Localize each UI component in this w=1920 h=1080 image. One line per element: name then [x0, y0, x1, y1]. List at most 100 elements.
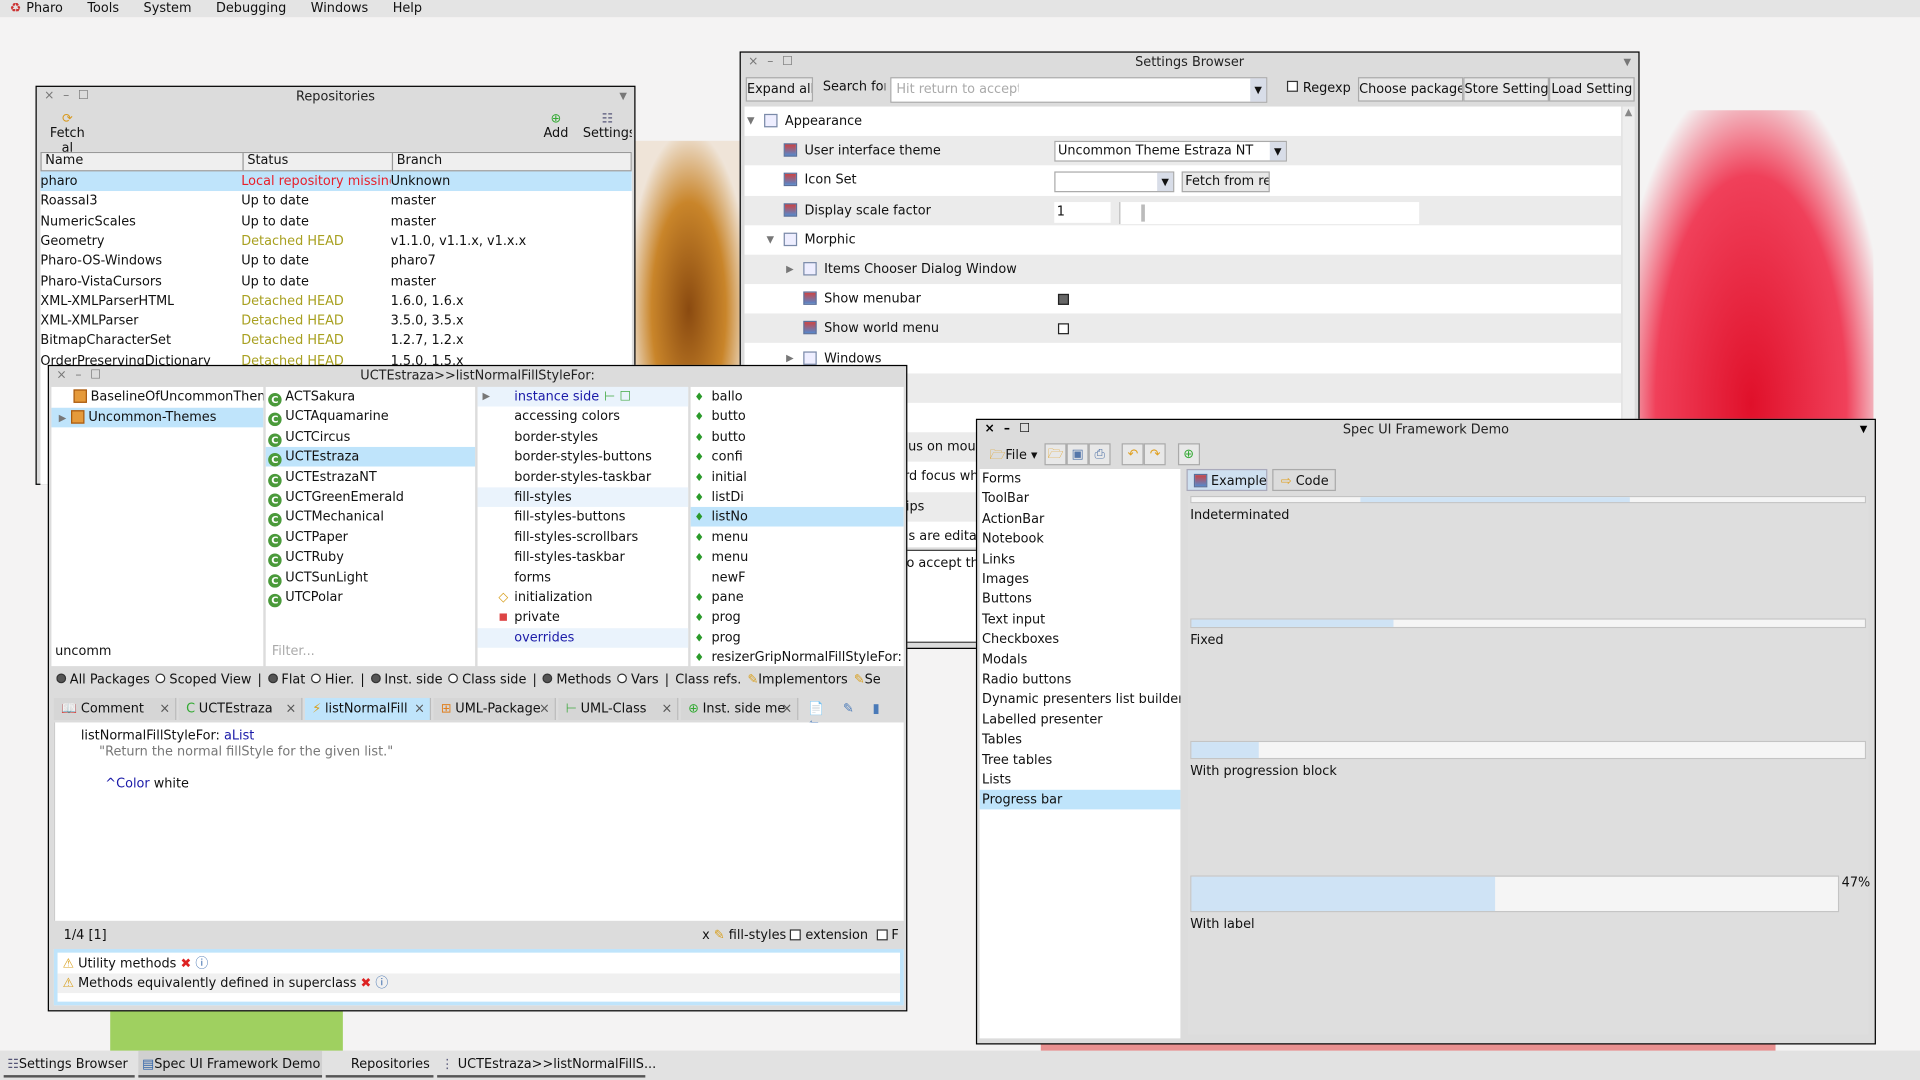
code-tab[interactable]: ⚡ listNormalFill ×	[304, 697, 432, 721]
protocol-item[interactable]: border-styles-buttons	[478, 447, 689, 467]
help-icon[interactable]: ⓘ	[195, 956, 208, 971]
example-item[interactable]: Links	[980, 549, 1181, 569]
menu-pharo[interactable]: Pharo	[26, 1, 63, 16]
search-input[interactable]: Hit return to accept ▼	[890, 77, 1268, 103]
expand-arrow-icon[interactable]: ▶	[482, 387, 490, 407]
class-item[interactable]: C UCTGreenEmerald	[266, 487, 475, 507]
extension-checkbox[interactable]	[790, 929, 802, 941]
load-setting-button[interactable]: Load Setting	[1548, 77, 1635, 102]
protocol-item[interactable]: fill-styles	[477, 487, 689, 507]
undo-icon[interactable]: ↶	[1122, 443, 1145, 466]
example-item[interactable]: Radio buttons	[980, 670, 1181, 690]
file-menu-button[interactable]: 🗁File ▾	[989, 446, 1037, 468]
protocol-item[interactable]: fill-styles-taskbar	[478, 548, 689, 568]
method-item[interactable]: ♦ butto	[691, 407, 904, 427]
critique-item[interactable]: ⚠ Utility methods ✖ ⓘ	[58, 954, 900, 974]
expand-arrow-icon[interactable]: ▶	[786, 255, 794, 284]
table-row[interactable]: Roassal3 Up to date master	[40, 191, 631, 211]
example-item[interactable]: Lists	[980, 770, 1181, 790]
save-icon[interactable]: ▣	[1066, 443, 1089, 466]
method-item[interactable]: ♦ initial	[691, 467, 904, 487]
expand-arrow-icon[interactable]: ▶	[59, 412, 67, 423]
class-filter-input[interactable]: Filter...	[272, 644, 315, 659]
code-tab[interactable]: ⊢ UML-Class ×	[558, 697, 679, 721]
protocol-item[interactable]: border-styles	[478, 427, 689, 447]
table-row[interactable]: XML-XMLParser Detached HEAD 3.5.0, 3.5.x	[40, 311, 631, 331]
menu-windows[interactable]: Windows	[311, 1, 368, 16]
table-row[interactable]: Pharo-VistaCursors Up to date master	[40, 271, 631, 291]
checkbox-unchecked[interactable]	[1057, 323, 1069, 335]
code-editor[interactable]: listNormalFillStyleFor: aList "Return th…	[53, 722, 904, 921]
regexp-checkbox[interactable]: Regexp	[1286, 80, 1351, 96]
method-item[interactable]: ♦ listDi	[691, 487, 904, 507]
class-item[interactable]: C UCTEstraza	[265, 447, 476, 467]
setting-row[interactable]: Show world menu	[744, 313, 1622, 344]
protocol-item[interactable]: overrides	[477, 627, 689, 648]
close-icon[interactable]: ×	[286, 698, 297, 720]
example-item[interactable]: Labelled presenter	[980, 710, 1181, 730]
scope-option[interactable]: Vars	[617, 672, 659, 687]
example-item[interactable]: Buttons	[980, 589, 1181, 609]
scope-option[interactable]: Inst. side	[370, 672, 443, 687]
package-item[interactable]: BaselineOfUncommonTheme	[51, 387, 263, 407]
column-name[interactable]: Name	[45, 153, 83, 168]
class-item[interactable]: C ACTSakura	[266, 387, 475, 407]
protocol-field[interactable]: fill-styles	[729, 928, 786, 943]
protocol-item[interactable]: accessing colors	[478, 407, 689, 427]
protocol-item[interactable]: ▶ instance side ⊢ ☐	[477, 386, 689, 407]
scope-option[interactable]: Class refs.	[675, 672, 741, 687]
method-item[interactable]: ♦ prog	[691, 608, 904, 628]
expand-all-button[interactable]: Expand all	[745, 77, 814, 102]
tab-example[interactable]: Example	[1186, 468, 1268, 492]
protocol-item[interactable]: border-styles-taskbar	[478, 467, 689, 487]
scope-option[interactable]: Class side	[448, 672, 526, 687]
table-row[interactable]: NumericScales Up to date master	[40, 211, 631, 231]
close-icon[interactable]: ×	[781, 698, 792, 720]
class-item[interactable]: C UCTSunLight	[266, 568, 475, 588]
example-item[interactable]: ActionBar	[980, 509, 1181, 529]
example-item[interactable]: Checkboxes	[980, 630, 1181, 650]
chevron-down-icon[interactable]: ▼	[1250, 78, 1267, 102]
theme-dropdown[interactable]: Uncommon Theme Estraza NT ▼	[1054, 141, 1287, 162]
choose-package-button[interactable]: Choose package	[1357, 77, 1464, 102]
table-row[interactable]: BitmapCharacterSet Detached HEAD 1.2.7, 1.…	[40, 331, 631, 351]
method-item[interactable]: ♦ resizerGripNormalFillStyleFor:	[691, 648, 904, 666]
scope-option[interactable]: Methods	[542, 672, 611, 687]
scope-option[interactable]: Flat	[267, 672, 305, 687]
class-item[interactable]: C UCTRuby	[266, 548, 475, 568]
window-title[interactable]: Settings Browser	[741, 53, 1639, 73]
scope-option[interactable]: All Packages	[56, 672, 150, 687]
window-controls[interactable]: × – ☐	[44, 87, 91, 107]
taskbar-item-repositories[interactable]: Repositories	[325, 1051, 434, 1078]
package-item[interactable]: ▶ Uncommon-Themes	[51, 407, 264, 427]
window-controls[interactable]: × – ☐	[56, 366, 103, 386]
class-item[interactable]: C UCTPaper	[266, 528, 475, 548]
checkbox-checked[interactable]	[1057, 294, 1069, 306]
protocol-item[interactable]: fill-styles-scrollbars	[478, 528, 689, 548]
class-item[interactable]: C UCTMechanical	[266, 507, 475, 528]
setting-row[interactable]: Display scale factor 1	[744, 195, 1622, 225]
ban-icon[interactable]: ✖	[180, 956, 191, 971]
scope-option[interactable]: Hier.	[311, 672, 354, 687]
code-tab[interactable]: C UCTEstraza ×	[178, 697, 303, 721]
protocol-item[interactable]: forms	[478, 568, 689, 588]
close-icon[interactable]: ×	[539, 698, 550, 720]
menu-help[interactable]: Help	[393, 1, 422, 16]
add-icon[interactable]: ⊕	[1177, 443, 1200, 466]
protocol-item[interactable]: private	[478, 608, 689, 628]
method-item[interactable]: ♦ listNo	[690, 507, 904, 528]
slider-thumb[interactable]	[1141, 203, 1145, 222]
protocol-item[interactable]: ◇ initialization	[478, 588, 689, 608]
window-title[interactable]: UCTEstraza>>listNormalFillStyleFor:	[49, 366, 906, 386]
close-icon[interactable]: ×	[414, 698, 425, 720]
settings-button[interactable]: ☷ Settings	[583, 111, 632, 140]
window-controls[interactable]: × – ☐	[984, 420, 1032, 440]
method-item[interactable]: ♦ menu	[691, 528, 904, 548]
window-menu-icon[interactable]: ▼	[1860, 420, 1868, 440]
method-item[interactable]: ♦ prog	[691, 628, 904, 648]
example-item[interactable]: Forms	[980, 469, 1181, 489]
class-item[interactable]: C UCTAquamarine	[266, 407, 475, 427]
method-item[interactable]: ♦ confi	[691, 447, 904, 467]
remove-protocol-button[interactable]: x	[702, 928, 710, 943]
code-tab[interactable]: ⊞ UML-Package ×	[433, 697, 556, 721]
